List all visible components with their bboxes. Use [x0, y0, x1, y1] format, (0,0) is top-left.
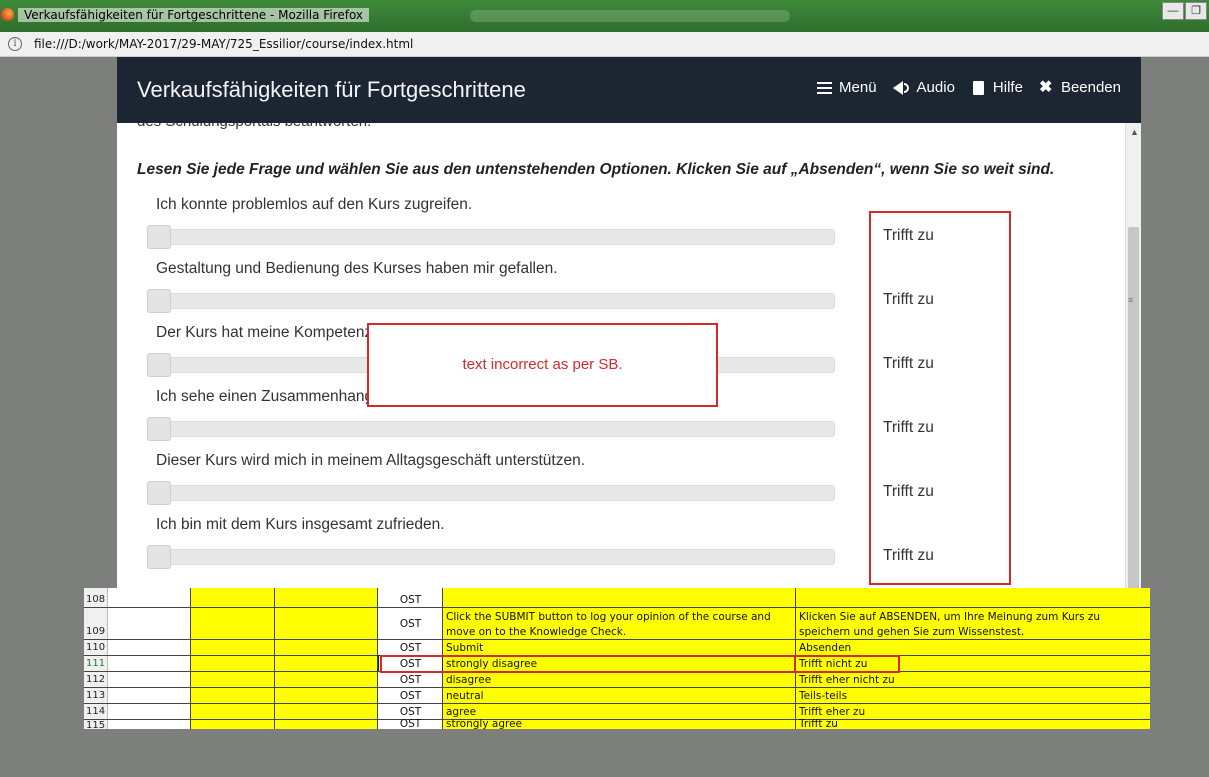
cell-de[interactable]: Trifft eher zu — [799, 706, 1147, 718]
cell-en[interactable]: neutral — [446, 690, 794, 702]
menu-label: Menü — [839, 79, 877, 96]
scroll-up-icon[interactable]: ▲ — [1130, 127, 1139, 137]
slider-thumb[interactable] — [147, 225, 171, 249]
firefox-icon — [1, 8, 14, 21]
table-row[interactable]: 110 OST Submit Absenden — [84, 640, 1150, 656]
cell-highlight-box — [794, 655, 900, 673]
values-highlight-box — [869, 211, 1011, 585]
scroll-thumb[interactable] — [1128, 227, 1139, 589]
row-number: 109 — [86, 626, 106, 637]
row-number: 111 — [86, 658, 106, 669]
question-label: Ich bin mit dem Kurs insgesamt zufrieden… — [156, 516, 445, 533]
course-nav: Menü Audio Hilfe ✖ Beenden — [817, 79, 1121, 96]
cell-en[interactable]: Submit — [446, 642, 794, 654]
cell-ost[interactable]: OST — [378, 690, 443, 702]
cell-de[interactable]: Trifft eher nicht zu — [799, 674, 1147, 686]
question-label: Ich sehe einen Zusammenhang — [156, 388, 374, 405]
window-titlebar: Verkaufsfähigkeiten für Fortgeschrittene… — [0, 0, 1209, 32]
question-row: Gestaltung und Bedienung des Kurses habe… — [147, 260, 837, 324]
menu-icon — [817, 80, 833, 96]
audio-label: Audio — [916, 79, 955, 96]
url-text[interactable]: file:///D:/work/MAY-2017/29-MAY/725_Essi… — [34, 37, 413, 51]
slider-thumb[interactable] — [147, 289, 171, 313]
window-title: Verkaufsfähigkeiten für Fortgeschrittene… — [18, 8, 370, 22]
course-title: Verkaufsfähigkeiten für Fortgeschrittene — [137, 77, 526, 102]
row-number: 108 — [86, 594, 106, 605]
question-row: Ich konnte problemlos auf den Kurs zugre… — [147, 196, 837, 260]
rating-slider[interactable] — [147, 545, 835, 569]
spreadsheet-excerpt: 108 OST 109 OST Click the SUBMIT button … — [84, 588, 1150, 729]
window-controls: — ❐ — [1162, 2, 1207, 20]
row-number: 113 — [86, 690, 106, 701]
cell-de[interactable]: Teils-teils — [799, 690, 1147, 702]
close-icon: ✖ — [1038, 78, 1053, 96]
review-callout: text incorrect as per SB. — [367, 323, 718, 407]
rating-slider[interactable] — [147, 481, 835, 505]
table-row[interactable]: 115 OST strongly agree Trifft zu — [84, 718, 1150, 729]
instruction-text: Lesen Sie jede Frage und wählen Sie aus … — [137, 161, 1055, 178]
info-icon[interactable]: i — [8, 37, 22, 51]
cell-de[interactable]: Absenden — [799, 642, 1147, 654]
question-row: Dieser Kurs wird mich in meinem Alltagsg… — [147, 452, 837, 516]
slider-thumb[interactable] — [147, 353, 171, 377]
blurred-background-title — [470, 10, 790, 22]
exit-button[interactable]: ✖ Beenden — [1039, 79, 1121, 96]
cell-ost[interactable]: OST — [378, 674, 443, 686]
exit-label: Beenden — [1060, 79, 1121, 96]
book-icon — [971, 80, 987, 96]
cell-en[interactable]: agree — [446, 706, 794, 718]
cell-ost[interactable]: OST — [378, 594, 443, 606]
minimize-button[interactable]: — — [1162, 2, 1184, 20]
table-row[interactable]: 113 OST neutral Teils-teils — [84, 688, 1150, 704]
scrollbar[interactable]: ▲ ≡ — [1125, 123, 1141, 589]
help-button[interactable]: Hilfe — [971, 79, 1023, 96]
cell-ost[interactable]: OST — [378, 618, 443, 630]
cell-ost[interactable]: OST — [378, 718, 443, 729]
cell-en[interactable]: Click the SUBMIT button to log your opin… — [446, 610, 794, 640]
row-number: 115 — [86, 720, 106, 729]
row-number: 112 — [86, 674, 106, 685]
row-number: 114 — [86, 706, 106, 717]
rating-slider[interactable] — [147, 417, 835, 441]
question-label: Gestaltung und Bedienung des Kurses habe… — [156, 260, 558, 277]
table-row[interactable]: 109 OST Click the SUBMIT button to log y… — [84, 608, 1150, 640]
cell-en[interactable]: disagree — [446, 674, 794, 686]
question-row: Ich bin mit dem Kurs insgesamt zufrieden… — [147, 516, 837, 580]
slider-thumb[interactable] — [147, 481, 171, 505]
rating-slider[interactable] — [147, 289, 835, 313]
table-row[interactable]: 112 OST disagree Trifft eher nicht zu — [84, 672, 1150, 688]
speaker-icon — [892, 80, 911, 96]
menu-button[interactable]: Menü — [817, 79, 877, 96]
slider-thumb[interactable] — [147, 417, 171, 441]
question-label: Dieser Kurs wird mich in meinem Alltagsg… — [156, 452, 586, 469]
slider-thumb[interactable] — [147, 545, 171, 569]
question-label: Ich konnte problemlos auf den Kurs zugre… — [156, 196, 473, 213]
restore-button[interactable]: ❐ — [1185, 2, 1207, 20]
address-bar: i file:///D:/work/MAY-2017/29-MAY/725_Es… — [0, 32, 1209, 57]
cell-ost[interactable]: OST — [378, 706, 443, 718]
grip-icon: ≡ — [1128, 295, 1134, 305]
table-row[interactable]: 108 OST — [84, 588, 1150, 608]
cell-ost[interactable]: OST — [378, 642, 443, 654]
row-number: 110 — [86, 642, 106, 653]
cell-de[interactable]: Klicken Sie auf ABSENDEN, um Ihre Meinun… — [799, 610, 1147, 640]
course-header: Verkaufsfähigkeiten für Fortgeschrittene… — [117, 57, 1141, 123]
help-label: Hilfe — [992, 79, 1023, 96]
cell-en[interactable]: strongly agree — [446, 718, 794, 729]
rating-slider[interactable] — [147, 225, 835, 249]
cell-de[interactable]: Trifft zu — [799, 718, 1147, 729]
audio-button[interactable]: Audio — [892, 79, 955, 96]
course-player: des Schulungsportals beantworten. Verkau… — [117, 57, 1141, 589]
